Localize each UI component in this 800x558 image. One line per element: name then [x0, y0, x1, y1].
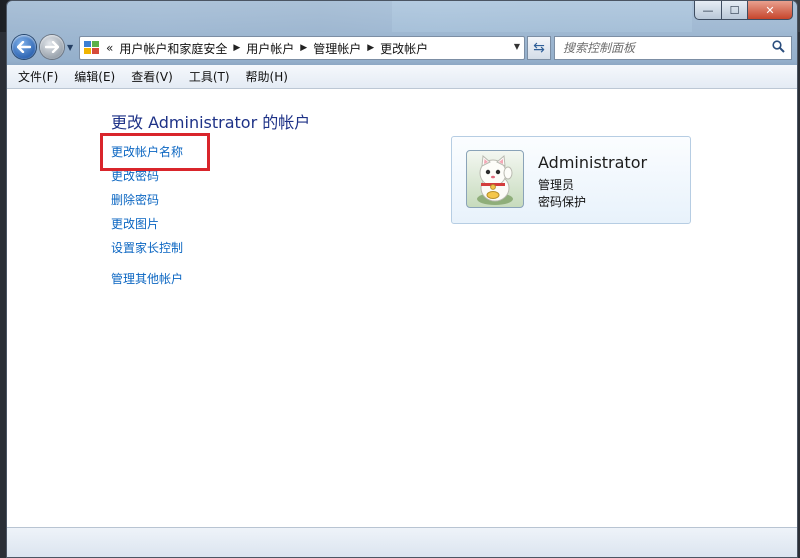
breadcrumb-item[interactable]: 更改帐户 [380, 40, 428, 57]
lucky-cat-icon [477, 154, 513, 205]
navigation-bar: ▼ « 用户帐户和家庭安全 ▶ 用户帐户 ▶ 管理帐户 ▶ 更改帐户 ▼ ⇆ [7, 31, 797, 63]
control-panel-icon [84, 41, 100, 55]
forward-arrow-icon [45, 41, 59, 53]
refresh-button[interactable]: ⇆ [527, 36, 551, 60]
minimize-button[interactable]: — [694, 1, 722, 20]
close-button[interactable]: ✕ [748, 1, 793, 20]
search-icon[interactable] [772, 40, 785, 53]
menu-view[interactable]: 查看(V) [123, 68, 181, 85]
caption-buttons: — ☐ ✕ [694, 1, 793, 20]
account-password-status: 密码保护 [538, 195, 587, 209]
breadcrumb-separator-icon[interactable]: ▶ [367, 43, 374, 53]
breadcrumb-separator-icon[interactable]: ▶ [233, 43, 240, 53]
page-title: 更改 Administrator 的帐户 [111, 113, 311, 132]
breadcrumb-overflow[interactable]: « [106, 41, 113, 55]
menu-help[interactable]: 帮助(H) [238, 68, 296, 85]
content-pane: 更改 Administrator 的帐户 更改帐户名称 更改密码 删除密码 更改… [7, 89, 797, 527]
change-picture-link[interactable]: 更改图片 [111, 215, 159, 232]
avatar [466, 150, 524, 208]
manage-other-accounts-link[interactable]: 管理其他帐户 [111, 270, 183, 287]
back-arrow-icon [17, 41, 31, 53]
explorer-window: — ☐ ✕ ▼ « 用户帐户和家庭安全 ▶ 用户帐户 ▶ 管理帐户 ▶ 更改帐户… [6, 0, 798, 558]
menu-file[interactable]: 文件(F) [7, 68, 66, 85]
forward-button[interactable] [40, 35, 64, 59]
account-card: Administrator 管理员 密码保护 [451, 136, 691, 224]
maximize-button[interactable]: ☐ [722, 1, 748, 20]
menu-tools[interactable]: 工具(T) [181, 68, 238, 85]
parental-controls-link[interactable]: 设置家长控制 [111, 239, 183, 256]
back-button[interactable] [12, 35, 36, 59]
address-bar[interactable]: « 用户帐户和家庭安全 ▶ 用户帐户 ▶ 管理帐户 ▶ 更改帐户 ▼ [79, 36, 525, 60]
menu-bar: 文件(F) 编辑(E) 查看(V) 工具(T) 帮助(H) [7, 65, 797, 89]
recent-pages-dropdown[interactable]: ▼ [67, 43, 73, 52]
account-role: 管理员 [538, 178, 575, 192]
search-box[interactable] [554, 36, 792, 60]
status-bar [7, 527, 797, 557]
breadcrumb-separator-icon[interactable]: ▶ [300, 43, 307, 53]
search-input[interactable] [561, 40, 775, 56]
account-name: Administrator [538, 153, 648, 172]
menu-edit[interactable]: 编辑(E) [66, 68, 123, 85]
breadcrumb-item[interactable]: 用户帐户和家庭安全 [119, 40, 227, 57]
address-history-chevron-icon[interactable]: ▼ [514, 42, 520, 51]
breadcrumb-item[interactable]: 管理帐户 [313, 40, 361, 57]
remove-password-link[interactable]: 删除密码 [111, 191, 159, 208]
breadcrumb-item[interactable]: 用户帐户 [246, 40, 294, 57]
highlight-annotation [100, 133, 210, 171]
refresh-icon: ⇆ [533, 40, 545, 56]
